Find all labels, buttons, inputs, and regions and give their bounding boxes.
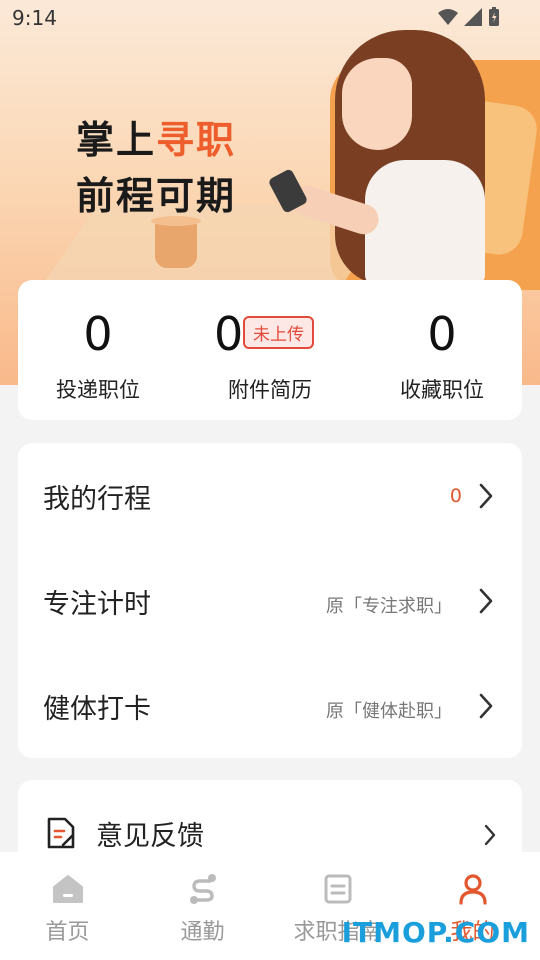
chevron-right-icon [479,483,493,509]
battery-icon [489,7,499,26]
signal-icon [464,8,482,26]
menu-item-focus-timer[interactable]: 专注计时 原「专注求职」 [18,548,522,653]
guide-icon [324,874,351,904]
feature-menu: 我的行程 0 专注计时 原「专注求职」 健体打卡 原「健体赴职」 [18,443,522,758]
chevron-right-icon [479,588,493,614]
chevron-right-icon [484,824,496,846]
status-bar: 9:14 [0,0,540,36]
menu-item-fitness-checkin[interactable]: 健体打卡 原「健体赴职」 [18,653,522,758]
menu-item-title: 专注计时 [43,589,151,620]
status-time: 9:14 [12,6,57,30]
feedback-title: 意见反馈 [96,821,204,852]
stat-label: 附件简历 [228,378,312,402]
nav-label: 首页 [45,920,90,945]
stat-saved-jobs[interactable]: 0 收藏职位 [362,304,522,404]
menu-item-subtitle: 原「专注求职」 [326,596,452,617]
wifi-icon [438,9,458,25]
nav-tab-commute[interactable]: 通勤 [135,852,270,960]
home-icon [52,875,83,903]
itinerary-count: 0 [449,485,462,507]
nav-label: 通勤 [180,920,225,945]
stat-value: 0 [83,307,113,361]
user-icon [458,874,487,905]
woman-body-illustration [365,160,485,285]
slogan-line2: 前程可期 [76,174,237,218]
stats-card: 0 投递职位 0 附件简历 未上传 0 收藏职位 [18,280,522,420]
slogan-prefix: 掌上 [76,118,157,162]
cup-illustration [151,216,201,268]
chevron-right-icon [479,693,493,719]
watermark-logo: ITMOP.COM [341,916,530,949]
feedback-document-icon [47,817,75,849]
hero-slogan: 掌上寻职 前程可期 [76,112,236,224]
menu-item-title: 我的行程 [43,484,151,515]
stat-applied-jobs[interactable]: 0 投递职位 [18,304,178,404]
route-icon [189,874,216,904]
nav-tab-home[interactable]: 首页 [0,852,135,960]
menu-item-title: 健体打卡 [43,694,151,725]
stat-value: 0 [427,307,457,361]
resume-status-badge: 未上传 [243,316,314,349]
woman-face-illustration [342,58,412,150]
slogan-highlight: 寻职 [156,118,237,162]
menu-item-itinerary[interactable]: 我的行程 0 [18,443,522,548]
menu-item-subtitle: 原「健体赴职」 [326,701,452,722]
stat-label: 收藏职位 [400,378,484,402]
stat-label: 投递职位 [56,378,140,402]
status-icons [438,7,500,27]
